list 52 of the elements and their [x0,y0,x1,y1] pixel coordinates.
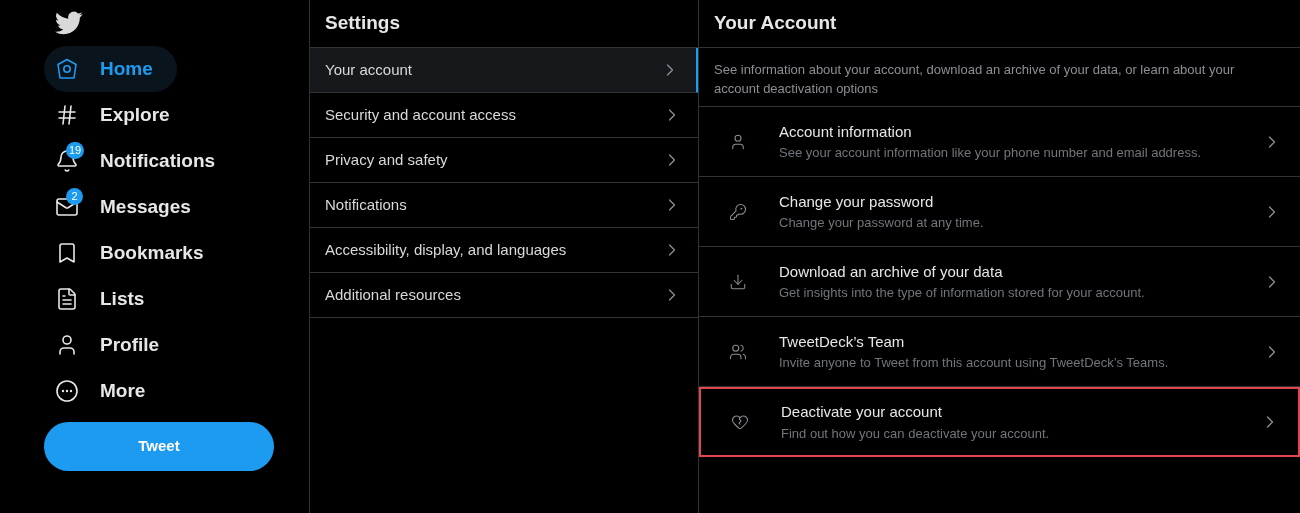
nav-label: Profile [100,332,160,357]
option-subtitle: Invite anyone to Tweet from this account using TweetDeck’s Teams. [779,354,1170,372]
key-icon [729,202,747,221]
nav-item[interactable]: Profile [44,322,184,368]
settings-item[interactable]: Additional resources [310,273,698,318]
account-option[interactable]: Change your password Change your password at any time. [699,177,1300,247]
settings-item[interactable]: Security and account access [310,93,698,138]
nav-item[interactable]: Explore [44,92,194,138]
nav-item[interactable]: 19 Notifications [44,138,240,184]
nav-label: Notifications [100,148,216,173]
settings-item[interactable]: Notifications [310,183,698,228]
account-option[interactable]: Account information See your account information like your phone number and email address. [699,107,1300,177]
bird-logo-icon[interactable] [55,9,83,37]
nav-label: More [100,378,146,403]
nav-label: Explore [100,102,170,127]
count-badge: 2 [66,188,83,205]
download-icon [729,272,747,291]
column-title: Your Account [714,11,837,36]
option-subtitle: See your account information like your phone number and email address. [779,144,1203,162]
nav-item[interactable]: Home [44,46,177,92]
settings-item[interactable]: Accessibility, display, and languages [310,228,698,273]
option-subtitle: Get insights into the type of information stored for your account. [779,284,1146,302]
account-option[interactable]: Download an archive of your data Get insights into the type of information stored for your account. [699,247,1300,317]
people-icon [729,342,747,361]
nav-label: Bookmarks [100,240,204,265]
hashtag-icon [55,103,79,127]
nav-label: Home [100,56,153,81]
broken-heart-icon [731,413,749,431]
count-badge: 19 [66,142,85,159]
option-title: Change your password [779,191,935,212]
settings-item[interactable]: Your account [310,48,698,93]
nav-item[interactable]: Bookmarks [44,230,228,276]
section-description: See information about your account, download an archive of your data, or learn about your account deactivation options [714,61,1236,98]
option-subtitle: Find out how you can deactivate your account. [781,424,1051,443]
home-icon [55,57,79,81]
nav-label: Messages [100,194,191,219]
option-title: Download an archive of your data [779,261,1004,282]
ellipsis-circle-icon [55,379,79,403]
list-icon [55,287,79,311]
nav-item[interactable]: More [44,368,170,414]
option-title: Account information [779,121,913,142]
account-option[interactable]: Deactivate your account Find out how you can deactivate your account. [699,387,1300,457]
nav-item[interactable]: Lists [44,276,169,322]
option-title: TweetDeck’s Team [779,331,906,352]
column-title: Settings [325,11,400,36]
option-subtitle: Change your password at any time. [779,214,985,232]
person-icon [729,132,747,151]
settings-item[interactable]: Privacy and safety [310,138,698,183]
account-option[interactable]: TweetDeck’s Team Invite anyone to Tweet from this account using TweetDeck’s Teams. [699,317,1300,387]
nav-item[interactable]: 2 Messages [44,184,215,230]
option-title: Deactivate your account [781,402,943,422]
nav-label: Lists [100,286,145,311]
